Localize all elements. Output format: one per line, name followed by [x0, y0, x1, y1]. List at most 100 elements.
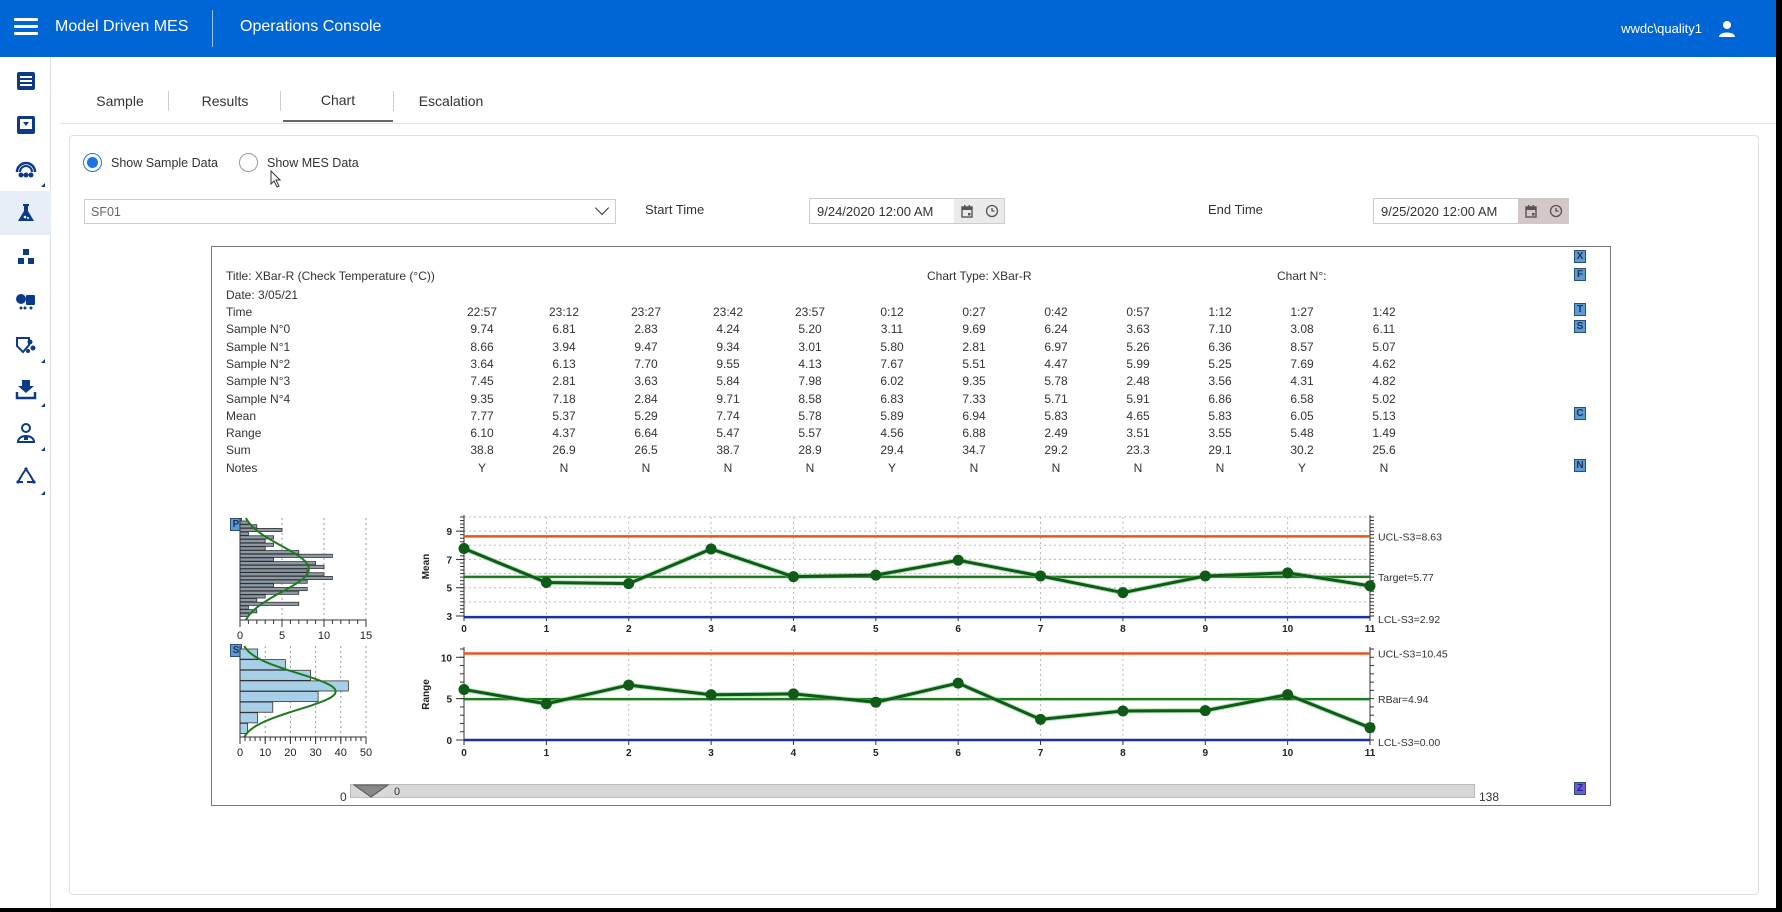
range-histogram-toggle[interactable]: S	[230, 644, 242, 657]
submenu-caret-icon	[41, 447, 45, 451]
table-cell: 3.51	[1126, 426, 1150, 441]
histogram-bar	[239, 609, 258, 614]
data-point	[1282, 689, 1294, 701]
sidebar-item-receive[interactable]	[0, 367, 51, 411]
table-cell: 5.83	[1208, 408, 1232, 423]
tab-label: Chart	[320, 92, 356, 108]
start-time-picker-button[interactable]	[979, 199, 1004, 223]
y-tick-label: 5	[446, 695, 452, 706]
table-cell: 5.78	[798, 408, 822, 423]
sidebar-item-personnel[interactable]	[0, 411, 51, 455]
tab-sample[interactable]: Sample	[70, 80, 170, 122]
table-cell: N	[723, 460, 733, 475]
table-cell: 23:27	[630, 305, 662, 319]
show-mes-data-radio[interactable]: Show MES Data	[239, 153, 359, 172]
data-point	[1117, 705, 1129, 717]
chart-scrollbar[interactable]: 0	[350, 784, 1475, 798]
mouse-cursor-icon	[270, 170, 282, 188]
notes-toggle-button[interactable]: N	[1574, 459, 1586, 472]
scroll-max-label: 138	[1479, 790, 1500, 804]
scroll-thumb-icon[interactable]	[353, 784, 389, 798]
time-toggle-button[interactable]: T	[1574, 303, 1586, 316]
format-button[interactable]: F	[1574, 268, 1586, 281]
user-name[interactable]: wwdc\quality1	[1621, 21, 1702, 36]
table-cell: 28.9	[798, 443, 822, 458]
user-icon[interactable]	[1718, 20, 1736, 38]
data-point	[540, 698, 552, 710]
sidebar-item-inbox[interactable]	[0, 103, 51, 147]
x-tick-label: 3	[708, 748, 714, 759]
row-label: Sample N°0	[226, 322, 291, 337]
source-dropdown[interactable]: SF01	[84, 199, 616, 224]
data-point	[1035, 570, 1047, 582]
sidebar-item-radar[interactable]	[0, 147, 51, 191]
table-cell: 9.71	[716, 391, 740, 406]
mean-histogram-toggle[interactable]: P	[230, 518, 242, 531]
sidebar	[0, 57, 51, 908]
tab-results[interactable]: Results	[170, 80, 280, 122]
table-cell: N	[1133, 460, 1143, 475]
row-label: Notes	[226, 460, 258, 475]
close-chart-button[interactable]: X	[1574, 250, 1586, 263]
histogram-bar	[239, 601, 300, 606]
start-time-input[interactable]: 9/24/2020 12:00 AM	[809, 198, 1005, 224]
table-cell: 23:42	[712, 305, 744, 319]
sidebar-item-transport[interactable]	[0, 279, 51, 323]
tab-divider	[168, 91, 169, 111]
sidebar-item-routing[interactable]	[0, 323, 51, 367]
histogram-tick-label: 0	[237, 630, 243, 642]
table-cell: 5.29	[634, 408, 658, 423]
histogram-bar	[239, 691, 319, 703]
start-date-picker-button[interactable]	[954, 199, 979, 223]
x-tick-label: 5	[873, 748, 879, 759]
series-line	[463, 681, 1371, 730]
end-date-picker-button[interactable]	[1518, 199, 1543, 223]
x-tick-label: 10	[1282, 624, 1294, 635]
table-cell: 6.81	[552, 322, 576, 337]
x-tick-label: 11	[1365, 624, 1376, 635]
histogram-bar	[239, 648, 259, 660]
data-point	[458, 684, 470, 696]
table-cell: 6.97	[1044, 339, 1068, 354]
table-cell: 38.8	[470, 443, 494, 458]
x-tick-label: 0	[461, 748, 467, 759]
table-cell: Y	[477, 460, 486, 475]
chart-title: Title: XBar-R (Check Temperature (°C))	[226, 269, 435, 283]
tab-chart[interactable]: Chart	[283, 80, 393, 122]
row-label: Mean	[226, 408, 257, 423]
scroll-position-label: 0	[394, 786, 401, 798]
show-sample-data-radio[interactable]: Show Sample Data	[83, 153, 218, 172]
table-cell: 6.94	[962, 408, 986, 423]
hamburger-menu-icon[interactable]	[14, 18, 38, 38]
end-time-input[interactable]: 9/25/2020 12:00 AM	[1373, 198, 1569, 224]
histogram-tick-label: 40	[335, 747, 347, 759]
header-divider	[212, 10, 213, 47]
y-tick-label: 3	[446, 612, 452, 623]
histogram-bar	[239, 524, 258, 529]
zoom-button[interactable]: Z	[1574, 782, 1586, 795]
sidebar-item-recycle[interactable]	[0, 455, 51, 499]
table-cell: 2.84	[634, 391, 658, 406]
spc-chart-frame: Title: XBar-R (Check Temperature (°C)) D…	[211, 246, 1611, 806]
sidebar-item-inventory[interactable]	[0, 235, 51, 279]
calculated-toggle-button[interactable]: C	[1574, 407, 1586, 420]
histogram-bar	[239, 539, 266, 544]
histogram-bar	[239, 572, 325, 577]
series-line-glow	[463, 680, 1371, 730]
scroll-min-label: 0	[340, 790, 347, 804]
end-time-label: End Time	[1208, 202, 1263, 217]
sidebar-item-lab[interactable]	[0, 191, 51, 235]
table-cell: 26.5	[634, 443, 658, 458]
samples-toggle-button[interactable]: S	[1574, 320, 1586, 333]
end-time-picker-button[interactable]	[1543, 199, 1568, 223]
chart-type: Chart Type: XBar-R	[927, 269, 1032, 283]
sidebar-item-list[interactable]	[0, 59, 51, 103]
x-tick-label: 5	[873, 624, 879, 635]
table-cell: 23:12	[548, 305, 580, 319]
table-cell: N	[1379, 460, 1389, 475]
tab-escalation[interactable]: Escalation	[396, 80, 506, 122]
data-point	[623, 578, 635, 590]
table-cell: 7.67	[880, 356, 904, 371]
histogram-bar	[239, 546, 266, 551]
tab-label: Results	[201, 93, 249, 109]
